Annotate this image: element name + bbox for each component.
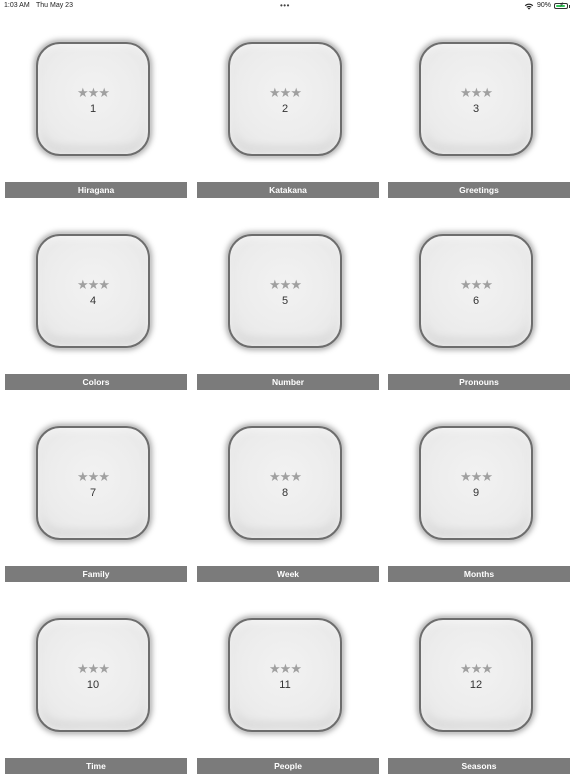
- level-tile-button[interactable]: ★★★ 3: [419, 42, 533, 156]
- level-cell: ★★★ 3 Greetings: [383, 0, 570, 198]
- star-rating-icon: ★★★: [77, 469, 110, 484]
- level-number: 11: [279, 679, 291, 691]
- level-grid: ★★★ 1 Hiragana ★★★ 2 Katakana ★★★ 3 Greetings ★★★…: [0, 0, 576, 774]
- star-rating-icon: ★★★: [460, 277, 493, 292]
- level-cell: ★★★ 5 Number: [192, 192, 379, 390]
- level-number: 9: [472, 487, 480, 499]
- level-number: 7: [89, 487, 97, 499]
- level-number: 5: [281, 295, 289, 307]
- star-rating-icon: ★★★: [460, 469, 493, 484]
- level-cell: ★★★ 7 Family: [0, 384, 187, 582]
- level-cell: ★★★ 10 Time: [0, 576, 187, 774]
- level-label[interactable]: People: [197, 758, 379, 774]
- star-rating-icon: ★★★: [77, 85, 110, 100]
- level-cell: ★★★ 12 Seasons: [383, 576, 570, 774]
- level-cell: ★★★ 2 Katakana: [192, 0, 379, 198]
- level-label[interactable]: Seasons: [388, 758, 570, 774]
- level-tile-button[interactable]: ★★★ 2: [228, 42, 342, 156]
- level-tile-button[interactable]: ★★★ 9: [419, 426, 533, 540]
- level-tile-button[interactable]: ★★★ 12: [419, 618, 533, 732]
- level-number: 3: [472, 103, 480, 115]
- star-rating-icon: ★★★: [460, 661, 493, 676]
- level-cell: ★★★ 8 Week: [192, 384, 379, 582]
- level-tile-button[interactable]: ★★★ 8: [228, 426, 342, 540]
- level-tile-button[interactable]: ★★★ 5: [228, 234, 342, 348]
- level-cell: ★★★ 9 Months: [383, 384, 570, 582]
- level-tile-button[interactable]: ★★★ 11: [228, 618, 342, 732]
- level-tile-button[interactable]: ★★★ 4: [36, 234, 150, 348]
- star-rating-icon: ★★★: [269, 469, 302, 484]
- star-rating-icon: ★★★: [269, 661, 302, 676]
- level-tile-button[interactable]: ★★★ 6: [419, 234, 533, 348]
- level-cell: ★★★ 6 Pronouns: [383, 192, 570, 390]
- level-number: 2: [281, 103, 289, 115]
- level-cell: ★★★ 1 Hiragana: [0, 0, 187, 198]
- level-number: 10: [86, 679, 100, 691]
- level-tile-button[interactable]: ★★★ 7: [36, 426, 150, 540]
- level-cell: ★★★ 4 Colors: [0, 192, 187, 390]
- star-rating-icon: ★★★: [77, 277, 110, 292]
- level-number: 6: [472, 295, 480, 307]
- level-tile-button[interactable]: ★★★ 10: [36, 618, 150, 732]
- level-tile-button[interactable]: ★★★ 1: [36, 42, 150, 156]
- level-number: 4: [89, 295, 97, 307]
- level-number: 12: [469, 679, 483, 691]
- star-rating-icon: ★★★: [460, 85, 493, 100]
- level-number: 1: [89, 103, 97, 115]
- level-number: 8: [281, 487, 289, 499]
- star-rating-icon: ★★★: [269, 277, 302, 292]
- level-label[interactable]: Time: [5, 758, 187, 774]
- level-cell: ★★★ 11 People: [192, 576, 379, 774]
- star-rating-icon: ★★★: [77, 661, 110, 676]
- star-rating-icon: ★★★: [269, 85, 302, 100]
